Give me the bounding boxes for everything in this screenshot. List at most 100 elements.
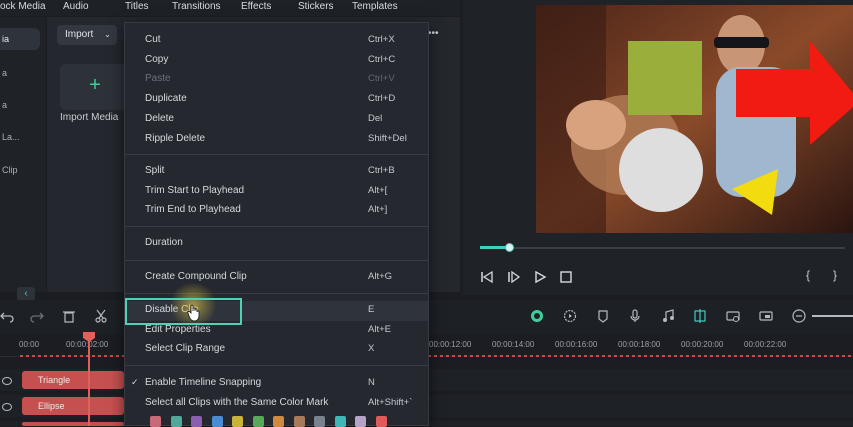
menu-item-duration[interactable]: Duration [125,237,428,251]
color-mark-swatch[interactable] [314,416,325,427]
menu-item-shortcut: Ctrl+B [368,165,395,176]
menu-item-split[interactable]: Split Ctrl+B [125,165,428,179]
color-mark-swatch[interactable] [355,416,366,427]
clip-3[interactable] [22,422,124,426]
color-mark-swatch[interactable] [252,416,264,427]
auto-reframe-icon[interactable] [726,309,740,323]
menu-item-cut[interactable]: Cut Ctrl+X [125,34,428,48]
scissors-icon[interactable] [94,309,108,323]
import-label: Import [65,29,94,40]
tick-label: 00:00:14:00 [492,340,535,349]
scrubber-track[interactable] [480,247,845,249]
pip-icon[interactable] [759,309,773,323]
marker-icon[interactable] [596,309,610,323]
menu-item-shortcut: E [368,304,375,315]
menu-item-shortcut: Del [368,112,383,124]
tick-label: 00:00:18:00 [618,340,661,349]
import-media-tile[interactable]: + [60,64,130,110]
color-mark-swatch[interactable] [150,416,161,427]
color-mark-swatch[interactable] [170,416,182,427]
top-nav: ock Media Audio Titles Transitions Effec… [0,0,460,16]
zoom-out-icon[interactable] [792,309,806,323]
tab-transitions[interactable]: Transitions [172,1,221,12]
tab-effects[interactable]: Effects [241,1,271,12]
color-mark-swatch[interactable] [334,416,346,427]
media-sidebar: ia a a La... Clip ‹ [0,17,46,301]
tick-label: 00:00:20:00 [681,340,724,349]
tick-label: 00:00:16:00 [555,340,598,349]
menu-item-shortcut: Alt+] [368,204,388,216]
prev-frame-icon[interactable] [480,270,494,284]
menu-item-shortcut: Alt+G [368,271,393,282]
music-icon[interactable] [661,309,675,323]
menu-item-shortcut: Ctrl+X [368,34,395,45]
mark-in-button[interactable]: { [806,268,810,282]
color-mark-swatch[interactable] [375,416,387,427]
speed-icon[interactable] [563,309,577,323]
redo-icon[interactable] [30,309,44,323]
sidebar-item-3[interactable]: a [0,94,40,116]
menu-item-label: Copy [145,53,169,65]
zoom-slider[interactable] [812,315,853,317]
tab-templates[interactable]: Templates [352,1,398,12]
menu-item-select-all-clips-with-the-same-color-mark[interactable]: Select all Clips with the Same Color Mar… [125,397,428,411]
menu-item-duplicate[interactable]: Duplicate Ctrl+D [125,93,428,107]
eye-icon[interactable] [2,377,12,385]
collapse-sidebar-button[interactable]: ‹ [17,287,35,301]
cursor-icon [187,304,200,322]
menu-item-ripple-delete[interactable]: Ripple Delete Shift+Del [125,133,428,147]
import-button[interactable]: Import ⌄ [57,25,117,45]
clip-label: Triangle [38,375,71,385]
menu-item-enable-timeline-snapping[interactable]: Enable Timeline Snapping N ✓ [125,377,428,391]
clip-triangle[interactable]: Triangle [22,371,124,389]
menu-separator [125,365,428,366]
tab-stickers[interactable]: Stickers [298,1,334,12]
tab-audio[interactable]: Audio [63,1,89,12]
mark-out-button[interactable]: } [833,268,837,282]
menu-item-shortcut: Ctrl+V [368,73,395,85]
play-pause-icon[interactable] [507,270,521,284]
eye-icon[interactable] [2,403,12,411]
trash-icon[interactable] [62,309,76,323]
sidebar-item-clip[interactable]: Clip [0,159,40,181]
mic-icon[interactable] [628,309,642,323]
menu-item-trim-end-to-playhead[interactable]: Trim End to Playhead Alt+] [125,204,428,218]
color-mark-swatch[interactable] [273,416,284,427]
menu-item-copy[interactable]: Copy Ctrl+C [125,54,428,68]
color-mark-swatch[interactable] [191,416,202,427]
menu-item-label: Split [145,165,165,176]
menu-item-delete[interactable]: Delete Del [125,113,428,127]
snap-icon[interactable] [693,309,707,323]
play-icon[interactable] [533,270,547,284]
more-icon[interactable]: ••• [428,28,439,39]
menu-item-label: Trim End to Playhead [145,204,241,216]
undo-icon[interactable] [0,309,14,323]
color-mark-swatch[interactable] [211,416,223,427]
clip-label: Ellipse [38,401,65,411]
color-mark-swatch[interactable] [232,416,243,427]
menu-item-shortcut: Ctrl+C [368,53,396,65]
menu-item-select-clip-range[interactable]: Select Clip Range X [125,343,428,357]
menu-item-label: Paste [145,73,171,85]
menu-item-paste: Paste Ctrl+V [125,73,428,87]
video-frame [536,5,853,233]
menu-item-shortcut: Alt+E [368,323,391,335]
menu-item-trim-start-to-playhead[interactable]: Trim Start to Playhead Alt+[ [125,185,428,199]
color-mark-swatch[interactable] [293,416,305,427]
render-icon[interactable] [530,309,544,323]
playhead[interactable] [88,336,90,426]
tab-titles[interactable]: Titles [125,1,149,12]
menu-item-edit-properties[interactable]: Edit Properties Alt+E [125,324,428,338]
menu-item-label: Duration [145,237,183,248]
sidebar-item-4[interactable]: La... [0,126,40,148]
tab-stock-media[interactable]: ock Media [0,1,46,12]
chevron-down-icon: ⌄ [104,30,111,39]
tick-label: 00:00:12:00 [429,340,472,349]
menu-item-label: Duplicate [145,93,187,105]
sidebar-item-media[interactable]: ia [0,28,40,50]
tick-label: 00:00:22:00 [744,340,787,349]
menu-item-create-compound-clip[interactable]: Create Compound Clip Alt+G [125,271,428,285]
stop-icon[interactable] [559,270,573,284]
clip-ellipse[interactable]: Ellipse [22,397,124,415]
sidebar-item-2[interactable]: a [0,62,40,84]
